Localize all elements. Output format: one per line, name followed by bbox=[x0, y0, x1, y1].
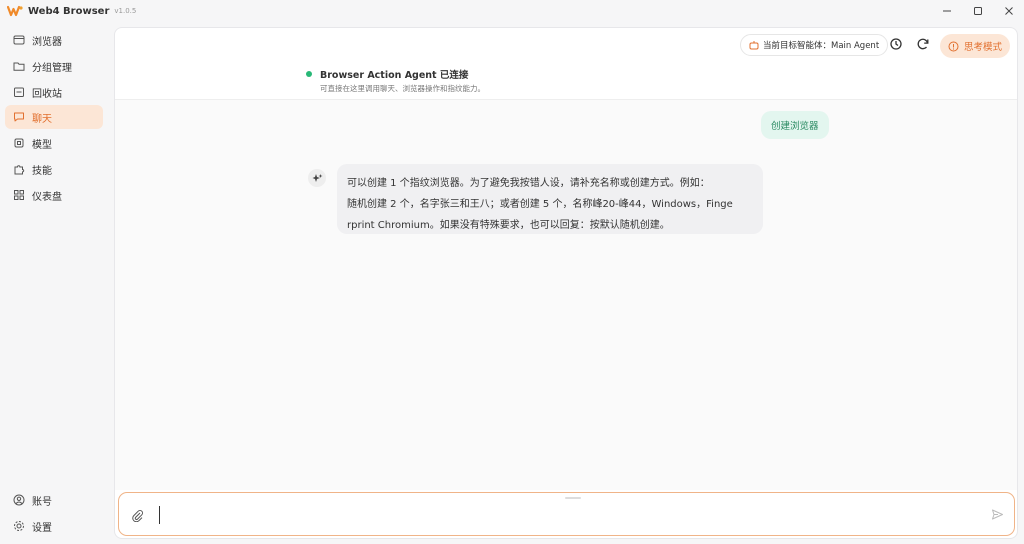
agent-status: Browser Action Agent 已连接 可直接在这里调用聊天、浏览器操… bbox=[115, 62, 1017, 100]
sidebar-item-recycle-bin[interactable]: 回收站 bbox=[5, 80, 103, 104]
minimize-icon bbox=[942, 10, 951, 12]
composer bbox=[118, 492, 1015, 536]
chat-panel: 当前目标智能体：Main Agent 思考模式 Browser Action A… bbox=[114, 27, 1018, 539]
app-version: v1.0.5 bbox=[114, 7, 137, 15]
lightbulb-icon bbox=[948, 41, 959, 51]
sidebar: 浏览器 分组管理 回收站 聊天 模型 技能 仪表盘 账号 设置 bbox=[0, 22, 110, 544]
sidebar-item-label: 模型 bbox=[32, 139, 52, 151]
dashboard-grid-icon bbox=[13, 189, 25, 201]
sidebar-item-browser[interactable]: 浏览器 bbox=[5, 28, 103, 52]
sidebar-item-label: 回收站 bbox=[32, 88, 62, 100]
maximize-icon bbox=[973, 7, 982, 15]
think-mode-label: 思考模式 bbox=[963, 42, 1002, 53]
chat-bubble-icon bbox=[13, 111, 25, 123]
sidebar-item-model[interactable]: 模型 bbox=[5, 131, 103, 155]
status-connected-dot bbox=[306, 71, 312, 77]
sidebar-item-label: 仪表盘 bbox=[32, 191, 62, 203]
bot-message-line: rprint Chromium。如果没有特殊要求，也可以回复：按默认随机创建。 bbox=[347, 220, 670, 231]
app-title: Web4 Browser bbox=[28, 5, 110, 17]
history-clock-icon[interactable] bbox=[889, 37, 903, 51]
sidebar-item-label: 分组管理 bbox=[32, 62, 72, 74]
sidebar-item-account[interactable]: 账号 bbox=[5, 488, 103, 512]
sidebar-item-chat[interactable]: 聊天 bbox=[5, 105, 103, 129]
recycle-bin-icon bbox=[13, 86, 25, 98]
folder-group-icon bbox=[13, 60, 25, 72]
sidebar-item-skills[interactable]: 技能 bbox=[5, 157, 103, 181]
app-logo-icon bbox=[6, 5, 23, 17]
refresh-icon[interactable] bbox=[916, 37, 930, 51]
close-icon bbox=[1004, 7, 1013, 15]
sidebar-item-label: 聊天 bbox=[32, 113, 52, 125]
bot-avatar bbox=[308, 169, 326, 187]
sidebar-item-label: 技能 bbox=[32, 165, 52, 177]
agent-selector-label: 当前目标智能体：Main Agent bbox=[763, 41, 880, 51]
sidebar-item-label: 设置 bbox=[32, 522, 52, 534]
sidebar-item-group-management[interactable]: 分组管理 bbox=[5, 54, 103, 78]
sidebar-item-dashboard[interactable]: 仪表盘 bbox=[5, 183, 103, 207]
sparkle-agent-icon bbox=[312, 173, 322, 182]
status-subtitle: 可直接在这里调用聊天、浏览器操作和指纹能力。 bbox=[320, 84, 485, 93]
bot-message-line: 可以创建 1 个指纹浏览器。为了避免我按错人设，请补充名称或创建方式。例如： bbox=[347, 178, 710, 189]
gear-icon bbox=[13, 520, 25, 532]
agent-selector[interactable]: 当前目标智能体：Main Agent bbox=[740, 34, 889, 56]
sidebar-item-label: 浏览器 bbox=[32, 36, 62, 48]
paperclip-icon[interactable] bbox=[131, 509, 144, 522]
composer-resize-handle[interactable] bbox=[565, 497, 581, 499]
model-cube-icon bbox=[13, 137, 25, 149]
chat-input[interactable] bbox=[159, 506, 979, 524]
sidebar-item-label: 账号 bbox=[32, 496, 52, 508]
close-button[interactable] bbox=[993, 0, 1024, 22]
chat-toolbar: 当前目标智能体：Main Agent 思考模式 bbox=[115, 28, 1017, 62]
send-icon[interactable] bbox=[991, 508, 1004, 521]
user-message: 创建浏览器 bbox=[761, 111, 829, 139]
bot-message-line: 随机创建 2 个，名字张三和王八；或者创建 5 个，名称峰20-峰44，Wind… bbox=[347, 199, 733, 210]
sidebar-item-settings[interactable]: 设置 bbox=[5, 514, 103, 538]
title-bar: Web4 Browser v1.0.5 bbox=[0, 0, 1024, 22]
browser-window-icon bbox=[13, 34, 25, 46]
window-controls bbox=[931, 0, 1024, 22]
robot-icon bbox=[749, 41, 759, 50]
status-title: Browser Action Agent 已连接 bbox=[320, 70, 469, 81]
minimize-button[interactable] bbox=[931, 0, 962, 22]
think-mode-button[interactable]: 思考模式 bbox=[940, 34, 1010, 58]
user-circle-icon bbox=[13, 494, 25, 506]
skill-puzzle-icon bbox=[13, 163, 25, 175]
maximize-button[interactable] bbox=[962, 0, 993, 22]
message-list: 创建浏览器 可以创建 1 个指纹浏览器。为了避免我按错人设，请补充名称或创建方式… bbox=[115, 100, 1017, 490]
bot-message: 可以创建 1 个指纹浏览器。为了避免我按错人设，请补充名称或创建方式。例如： 随… bbox=[337, 164, 763, 234]
